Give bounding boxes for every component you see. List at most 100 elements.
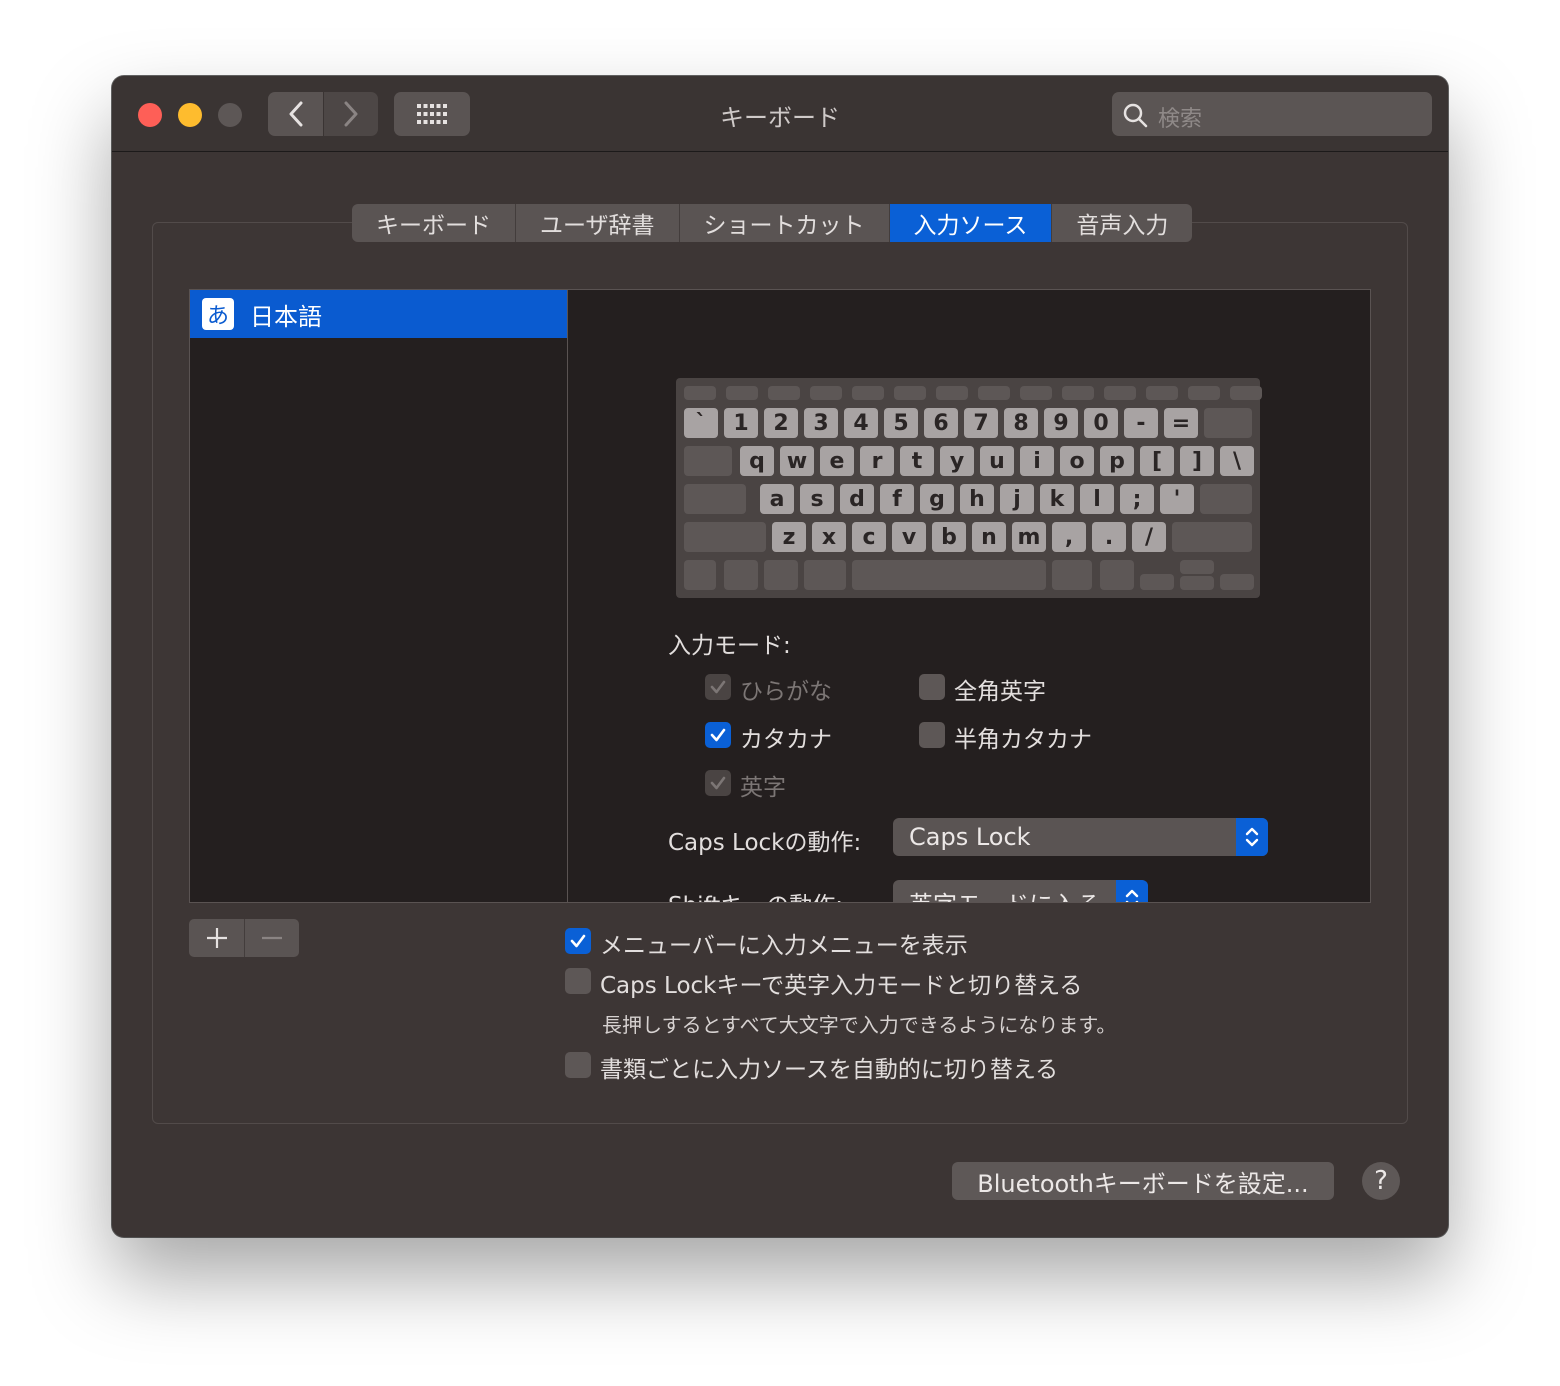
input-mode-label: 入力モード:: [668, 633, 791, 659]
keyboard-key: 5: [884, 408, 918, 438]
keyboard-key: f: [880, 484, 914, 514]
checkbox-fullwidth-roman[interactable]: [919, 674, 945, 700]
keyboard-key: .: [1092, 522, 1126, 552]
tab-bar: キーボード ユーザ辞書 ショートカット 入力ソース 音声入力: [352, 204, 1193, 242]
keyboard-key-blank: [1188, 386, 1220, 400]
tab-0[interactable]: キーボード: [352, 204, 516, 242]
checkmark-icon: [710, 680, 726, 694]
auto-switch-label: 書類ごとに入力ソースを自動的に切り替える: [600, 1057, 1059, 1083]
source-item-label: 日本語: [250, 302, 322, 331]
keyboard-key: i: [1020, 446, 1054, 476]
keyboard-key: 8: [1004, 408, 1038, 438]
keyboard-key-blank: [1200, 484, 1252, 514]
keyboard-key: b: [932, 522, 966, 552]
title-bar: キーボード 検索: [112, 76, 1448, 152]
caps-lock-action-popup[interactable]: Caps Lock: [893, 818, 1268, 856]
keyboard-key: [: [1140, 446, 1174, 476]
keyboard-key-blank: [1020, 386, 1052, 400]
keyboard-key: 0: [1084, 408, 1118, 438]
show-menu-label: メニューバーに入力メニューを表示: [600, 933, 968, 959]
caps-lock-action-label: Caps Lockの動作:: [668, 830, 862, 856]
bluetooth-setup-button[interactable]: Bluetoothキーボードを設定...: [952, 1162, 1334, 1200]
tab-3[interactable]: 入力ソース: [889, 204, 1053, 242]
tab-2[interactable]: ショートカット: [680, 204, 890, 242]
keyboard-key-blank: [684, 484, 746, 514]
keyboard-key-blank: [810, 386, 842, 400]
keyboard-key: q: [740, 446, 774, 476]
keyboard-key: ]: [1180, 446, 1214, 476]
keyboard-key-blank: [1140, 574, 1174, 590]
input-source-list[interactable]: あ 日本語: [189, 289, 567, 903]
keyboard-key: j: [1000, 484, 1034, 514]
popup-arrows-icon: [1116, 880, 1148, 902]
keyboard-key-blank: [1052, 560, 1092, 590]
keyboard-key-blank: [1104, 386, 1136, 400]
keyboard-key: 7: [964, 408, 998, 438]
option-fullwidth-roman-label: 全角英字: [954, 679, 1046, 705]
keyboard-key-blank: [768, 386, 800, 400]
keyboard-key-blank: [852, 560, 1046, 590]
keyboard-key-blank: [894, 386, 926, 400]
keyboard-key: s: [800, 484, 834, 514]
keyboard-key: 2: [764, 408, 798, 438]
tab-panel: あ 日本語 ` 1 2 3 4 5 6 7 8 9 0- = q w e r t y u i o p[] \ a s d f g h j k…: [152, 222, 1408, 1124]
checkbox-hiragana: [705, 674, 731, 700]
popup-arrows-icon: [1236, 818, 1268, 856]
shift-action-popup[interactable]: 英字モードに入る: [893, 880, 1148, 902]
keyboard-key-blank: [684, 560, 716, 590]
keyboard-key-blank: [1180, 560, 1214, 574]
keyboard-key: ;: [1120, 484, 1154, 514]
keyboard-key: 4: [844, 408, 878, 438]
keyboard-key: h: [960, 484, 994, 514]
plus-icon: [206, 928, 227, 948]
tab-1[interactable]: ユーザ辞書: [516, 204, 680, 242]
keyboard-key: e: [820, 446, 854, 476]
keyboard-key: z: [772, 522, 806, 552]
keyboard-key: 1: [724, 408, 758, 438]
checkbox-auto-switch[interactable]: [565, 1052, 591, 1078]
checkmark-icon: [710, 776, 726, 790]
checkbox-show-menu[interactable]: [565, 928, 591, 954]
checkbox-caps-switch[interactable]: [565, 968, 591, 994]
keyboard-key: `: [684, 408, 718, 438]
keyboard-key: =: [1164, 408, 1198, 438]
keyboard-layout-preview: ` 1 2 3 4 5 6 7 8 9 0- = q w e r t y u i o p[] \ a s d f g h j k l; ' z x c…: [676, 378, 1262, 598]
keyboard-key: y: [940, 446, 974, 476]
keyboard-key: 6: [924, 408, 958, 438]
preferences-window: キーボード 検索 あ 日本語 ` 1 2 3 4 5 6 7 8 9 0- = q w e r t y u i o p[]…: [112, 76, 1448, 1237]
keyboard-key-blank: [1230, 386, 1262, 400]
keyboard-key-blank: [1062, 386, 1094, 400]
minus-icon: [262, 936, 282, 940]
tab-4[interactable]: 音声入力: [1052, 204, 1192, 242]
keyboard-key: w: [780, 446, 814, 476]
keyboard-key: t: [900, 446, 934, 476]
keyboard-key: v: [892, 522, 926, 552]
keyboard-key-blank: [1180, 576, 1214, 590]
add-source-button[interactable]: [189, 919, 244, 957]
checkbox-halfwidth-katakana[interactable]: [919, 722, 945, 748]
search-field[interactable]: 検索: [1112, 92, 1432, 136]
keyboard-key: k: [1040, 484, 1074, 514]
keyboard-key: u: [980, 446, 1014, 476]
keyboard-key: ,: [1052, 522, 1086, 552]
source-item-japanese[interactable]: あ 日本語: [190, 290, 567, 338]
keyboard-key: l: [1080, 484, 1114, 514]
add-remove-buttons: [189, 919, 299, 957]
checkmark-icon: [710, 728, 726, 742]
keyboard-key-blank: [804, 560, 846, 590]
keyboard-key: x: [812, 522, 846, 552]
keyboard-key-blank: [1204, 408, 1252, 438]
keyboard-key: \: [1220, 446, 1254, 476]
keyboard-key: -: [1124, 408, 1158, 438]
shift-action-label: Shiftキーの動作:: [668, 886, 843, 902]
remove-source-button[interactable]: [244, 919, 299, 957]
help-button[interactable]: ?: [1362, 1162, 1400, 1200]
keyboard-key: ': [1160, 484, 1194, 514]
checkmark-icon: [570, 934, 586, 948]
checkbox-katakana[interactable]: [705, 722, 731, 748]
hiragana-icon: あ: [202, 298, 234, 330]
keyboard-key-blank: [684, 446, 732, 476]
keyboard-key: /: [1132, 522, 1166, 552]
keyboard-key: g: [920, 484, 954, 514]
option-hiragana-label: ひらがな: [740, 679, 832, 705]
